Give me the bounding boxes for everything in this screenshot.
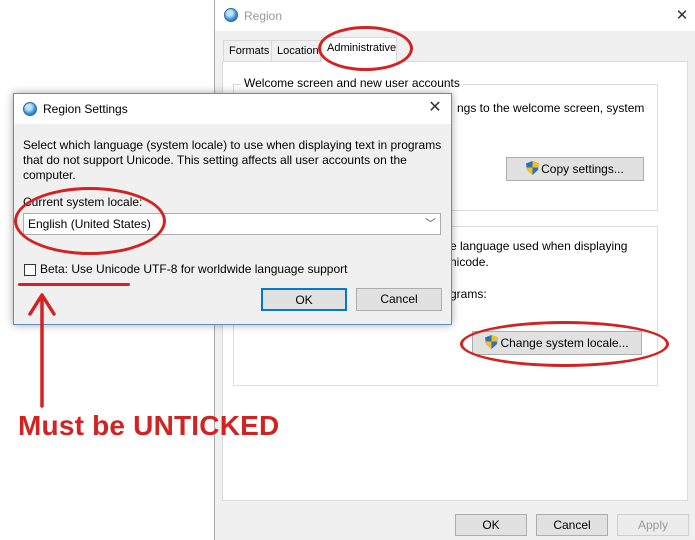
settings-cancel-button[interactable]: Cancel: [356, 288, 442, 311]
globe-icon: [23, 102, 37, 116]
region-window-title: Region: [244, 9, 283, 23]
settings-dialog-title: Region Settings: [43, 102, 128, 116]
welcome-group-title: Welcome screen and new user accounts: [241, 76, 463, 90]
globe-icon: [224, 8, 238, 22]
nonunicode-desc-line2: nicode.: [450, 255, 489, 269]
nonunicode-description: e language used when displaying nicode.: [450, 238, 650, 270]
tab-location[interactable]: Location: [271, 40, 321, 61]
region-cancel-button[interactable]: Cancel: [536, 514, 608, 536]
beta-utf8-label[interactable]: Beta: Use Unicode UTF-8 for worldwide la…: [40, 262, 348, 276]
settings-description: Select which language (system locale) to…: [23, 138, 442, 182]
settings-titlebar: Region Settings ✕: [14, 94, 451, 124]
region-apply-button: Apply: [617, 514, 689, 536]
copy-settings-label: Copy settings...: [541, 162, 624, 176]
chevron-down-icon: ﹀: [425, 218, 436, 230]
close-icon[interactable]: ✕: [672, 6, 692, 26]
annotation-underline-beta: [18, 283, 130, 286]
annotation-text: Must be UNTICKED: [18, 410, 280, 441]
annotation-circle-change-locale: [460, 321, 669, 367]
settings-ok-button[interactable]: OK: [261, 288, 347, 311]
region-titlebar: Region ✕: [215, 0, 695, 31]
beta-utf8-checkbox[interactable]: [24, 264, 36, 276]
nonunicode-desc-line1: e language used when displaying: [450, 239, 628, 253]
annotation-arrow-up-icon: [28, 293, 56, 408]
nonunicode-current-label: grams:: [450, 287, 487, 301]
annotation-circle-locale: [14, 187, 166, 255]
tab-formats[interactable]: Formats: [223, 40, 272, 61]
annotation-circle-administrative-tab: [318, 26, 413, 71]
uac-shield-icon: [526, 161, 540, 175]
copy-settings-button[interactable]: Copy settings...: [506, 157, 644, 181]
close-icon[interactable]: ✕: [425, 98, 445, 118]
region-ok-button[interactable]: OK: [455, 514, 527, 536]
welcome-description: ngs to the welcome screen, system: [457, 101, 645, 115]
